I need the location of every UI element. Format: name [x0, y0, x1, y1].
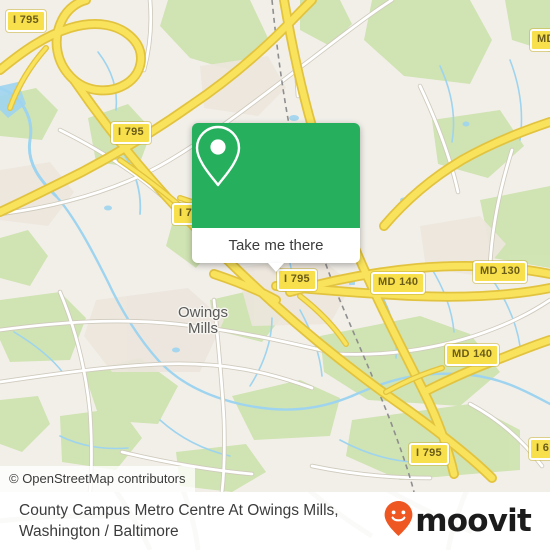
shield-i695-bottomright[interactable]: I 6 — [529, 438, 550, 460]
venue-title: County Campus Metro Centre At Owings Mil… — [19, 502, 339, 540]
popup-pin-panel — [192, 123, 360, 228]
shield-i795-topleft[interactable]: I 795 — [6, 10, 46, 32]
shield-i795-center[interactable]: I 795 — [277, 269, 317, 291]
shield-i795-upper[interactable]: I 795 — [111, 122, 151, 144]
place-label-owings-mills: Owings Mills — [177, 304, 229, 337]
shield-md130-right[interactable]: MD 130 — [473, 261, 528, 283]
destination-popup-card[interactable]: Take me there — [192, 123, 360, 272]
map-canvas[interactable]: Owings Mills I 795 MD I 795 I 795 I 795 … — [0, 0, 550, 492]
popup-tail — [268, 263, 284, 272]
shield-md140-lower[interactable]: MD 140 — [445, 344, 500, 366]
take-me-there-button[interactable]: Take me there — [228, 237, 323, 254]
shield-i795-bottom[interactable]: I 795 — [409, 443, 449, 465]
map-attribution[interactable]: © OpenStreetMap contributors — [0, 466, 195, 492]
moovit-logo[interactable]: moovit — [383, 500, 532, 542]
shield-md140-center[interactable]: MD 140 — [371, 272, 426, 294]
shield-md-topright[interactable]: MD — [530, 29, 550, 51]
moovit-smiley-pin-icon — [383, 500, 414, 542]
footer-bar: County Campus Metro Centre At Owings Mil… — [0, 492, 550, 550]
popup-action-panel[interactable]: Take me there — [192, 228, 360, 272]
moovit-wordmark: moovit — [415, 502, 532, 539]
screenshot-root: Owings Mills I 795 MD I 795 I 795 I 795 … — [0, 0, 550, 550]
